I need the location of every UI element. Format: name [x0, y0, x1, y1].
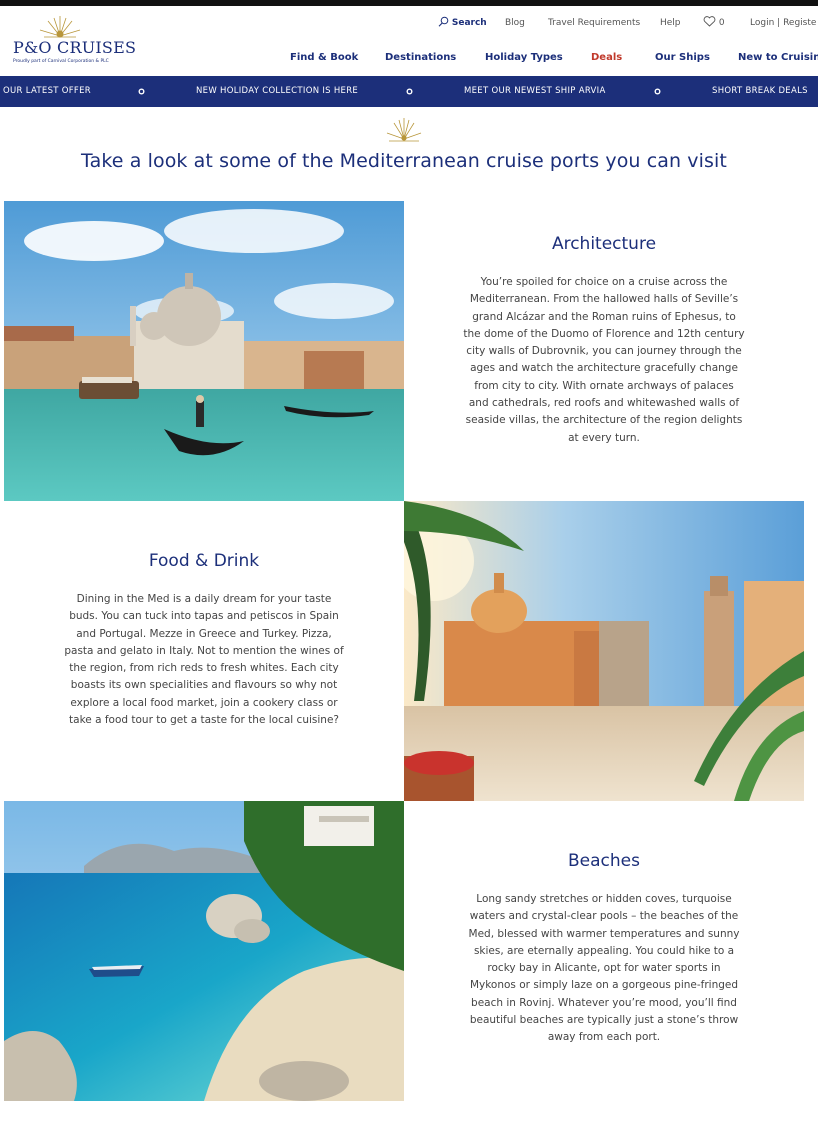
section-body: Dining in the Med is a daily dream for y…	[64, 593, 344, 727]
promo-latest-offer[interactable]: OUR LATEST OFFER	[3, 76, 91, 107]
blog-link[interactable]: Blog	[505, 16, 525, 30]
section-food-drink: Food & Drink Dining in the Med is a dail…	[4, 551, 404, 729]
section-body: Long sandy stretches or hidden coves, tu…	[468, 893, 740, 1044]
promo-dot-icon	[654, 88, 661, 95]
nav-new-to-cruising[interactable]: New to Cruising	[738, 52, 818, 63]
heart-icon	[703, 16, 716, 27]
page-title: Take a look at some of the Mediterranean…	[81, 150, 727, 172]
promo-short-break-deals[interactable]: SHORT BREAK DEALS	[712, 76, 808, 107]
login-separator: |	[777, 18, 781, 28]
valencia-photo	[404, 501, 804, 801]
promo-dot-icon	[138, 88, 145, 95]
nav-find-book[interactable]: Find & Book	[290, 52, 358, 63]
travel-requirements-link[interactable]: Travel Requirements	[548, 16, 640, 30]
search-icon	[438, 16, 449, 27]
section-heading: Architecture	[551, 234, 657, 254]
site-header: P&O CRUISES Proudly part of Carnival Cor…	[0, 6, 818, 74]
sun-divider-icon	[386, 118, 422, 142]
help-link[interactable]: Help	[660, 16, 681, 30]
search-link[interactable]: Search	[438, 16, 487, 30]
brand-name: P&O CRUISES	[13, 38, 137, 57]
favourites-count: 0	[718, 18, 725, 28]
login-link[interactable]: Login	[750, 18, 774, 28]
brand-tagline: Proudly part of Carnival Corporation & P…	[13, 59, 109, 64]
nav-deals[interactable]: Deals	[591, 52, 622, 63]
brand-logo[interactable]: P&O CRUISES Proudly part of Carnival Cor…	[12, 16, 136, 72]
section-heading: Food & Drink	[148, 551, 260, 571]
section-body: You’re spoiled for choice on a cruise ac…	[463, 276, 745, 444]
beach-photo	[4, 801, 404, 1101]
promo-dot-icon	[406, 88, 413, 95]
section-architecture: Architecture You’re spoiled for choice o…	[404, 234, 804, 447]
promo-new-holiday-collection[interactable]: NEW HOLIDAY COLLECTION IS HERE	[196, 76, 358, 107]
nav-our-ships[interactable]: Our Ships	[655, 52, 710, 63]
promo-bar: OUR LATEST OFFER NEW HOLIDAY COLLECTION …	[0, 76, 818, 107]
section-beaches: Beaches Long sandy stretches or hidden c…	[404, 851, 804, 1047]
register-link[interactable]: Registe	[783, 18, 816, 28]
venice-photo	[4, 201, 404, 501]
section-heading: Beaches	[568, 851, 640, 871]
search-label: Search	[451, 18, 487, 28]
promo-newest-ship[interactable]: MEET OUR NEWEST SHIP ARVIA	[464, 76, 606, 107]
nav-destinations[interactable]: Destinations	[385, 52, 456, 63]
favourites-link[interactable]: 0	[703, 16, 725, 30]
sun-logo-icon	[39, 16, 81, 38]
nav-holiday-types[interactable]: Holiday Types	[485, 52, 563, 63]
